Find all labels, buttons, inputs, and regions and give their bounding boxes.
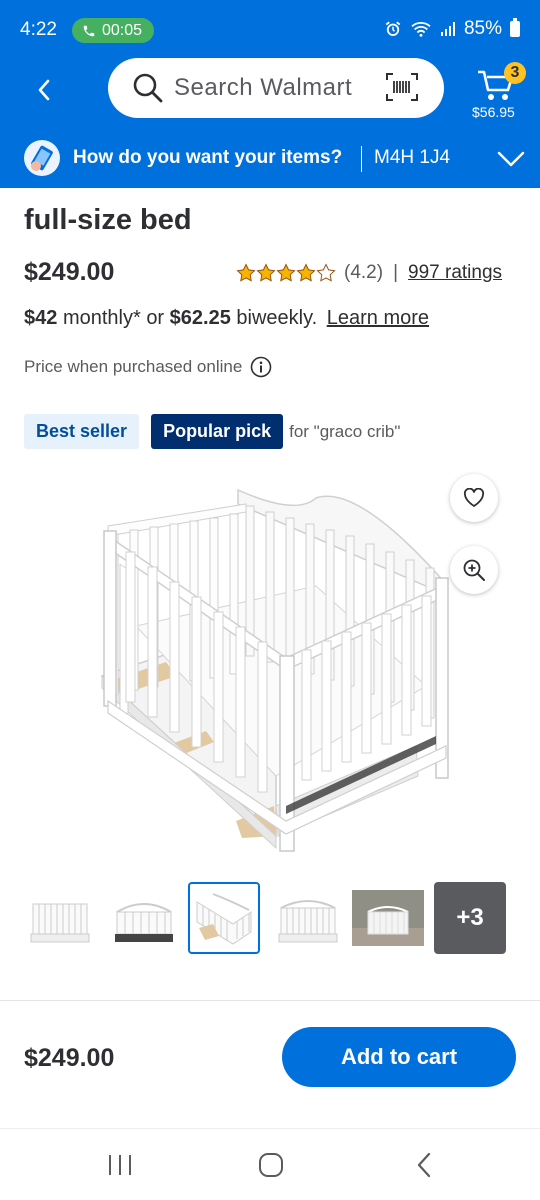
cart-total: $56.95 [472,104,515,120]
battery-percent: 85% [463,18,502,39]
cart-count-badge: 3 [504,62,526,84]
popular-pick-badge: Popular pick [151,414,284,449]
thumbnail[interactable] [352,882,424,954]
back-arrow-icon [417,1152,431,1178]
installment-info: $42 monthly* or $62.25 biweekly. Learn m… [24,307,429,330]
purchase-bar: $249.00 Add to cart [0,1000,540,1128]
info-icon[interactable] [250,356,272,378]
star-full-icon [296,263,316,282]
status-icons: 85% [384,18,520,40]
more-images-count: +3 [456,904,484,931]
ratings-count-link[interactable]: 997 ratings [408,262,502,284]
price-note: Price when purchased online [24,356,272,378]
postal-code: M4H 1J4 [374,147,451,168]
product-title: full-size bed [24,204,192,236]
delivery-selector[interactable]: How do you want your items? M4H 1J4 [0,130,540,188]
thumbnail[interactable] [24,882,96,954]
installment-or: or [146,307,165,329]
zoom-button[interactable] [450,546,498,594]
thumbnail[interactable] [272,882,344,954]
cart-button[interactable]: 3 $56.95 [470,62,532,124]
star-full-icon [256,263,276,282]
chevron-left-icon [38,79,50,101]
wifi-icon [411,22,431,37]
favorite-button[interactable] [450,474,498,522]
recent-apps-icon [109,1155,131,1175]
heart-icon [463,488,485,507]
home-button[interactable] [251,1149,291,1181]
add-to-cart-button[interactable]: Add to cart [282,1027,516,1087]
delivery-divider [361,146,362,172]
delivery-phone-icon [24,140,60,176]
learn-more-link[interactable]: Learn more [327,307,429,329]
thumbnail[interactable] [108,882,180,954]
header: Search Walmart 3 $56.95 [0,58,540,130]
product-image[interactable] [96,476,452,860]
star-full-icon [236,263,256,282]
delivery-prompt: How do you want your items? [73,147,343,168]
star-empty-icon [316,263,336,282]
popular-pick-context: for "graco crib" [289,421,401,441]
best-seller-badge: Best seller [24,414,140,449]
chevron-down-icon [497,151,525,167]
search-placeholder: Search Walmart [174,74,353,101]
zoom-in-icon [463,559,485,581]
badges: Best seller Popular pick for "graco crib… [24,414,400,449]
rating-separator: | [393,262,399,283]
monthly-suffix: monthly* [62,307,141,329]
system-nav-bar [0,1128,540,1200]
rating-stars [236,263,336,283]
rating[interactable]: (4.2) | 997 ratings [236,262,502,284]
monthly-amount: $42 [24,307,58,329]
alarm-icon [385,21,401,36]
thumbnail-strip: +3 [24,882,516,954]
back-button[interactable] [24,70,64,110]
rating-value: (4.2) [344,262,384,283]
bottom-price: $249.00 [24,1044,115,1072]
status-time: 4:22 [20,19,57,40]
star-full-icon [276,263,296,282]
biweekly-suffix: biweekly. [236,307,318,329]
price-note-text: Price when purchased online [24,357,243,376]
product-price: $249.00 [24,258,115,286]
barcode-scan-icon[interactable] [386,72,418,102]
status-bar: 4:22 00:05 85% [0,0,540,58]
search-input[interactable]: Search Walmart [108,58,444,118]
recent-apps-button[interactable] [100,1149,140,1181]
battery-icon [510,18,520,37]
more-images-button[interactable]: +3 [434,882,506,954]
add-to-cart-label: Add to cart [340,1044,458,1069]
biweekly-amount: $62.25 [169,307,231,329]
system-back-button[interactable] [404,1149,444,1181]
home-icon [259,1153,283,1177]
thumbnail-selected[interactable] [188,882,260,954]
search-icon [133,73,163,103]
call-indicator[interactable]: 00:05 [72,18,154,43]
phone-icon [83,25,95,36]
signal-icon [440,22,455,36]
call-duration: 00:05 [102,21,143,39]
